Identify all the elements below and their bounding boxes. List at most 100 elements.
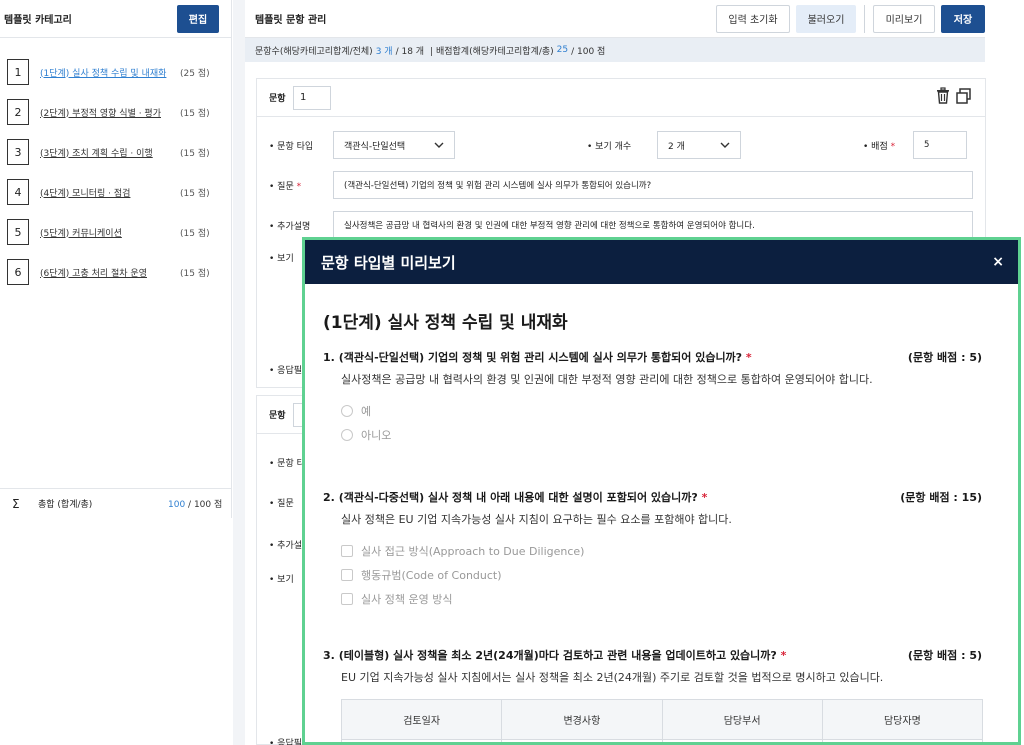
copy-icon[interactable] bbox=[955, 87, 973, 105]
category-label[interactable]: (3단계) 조치 계획 수립 · 이행 bbox=[40, 146, 180, 159]
total-rest: / 100 점 bbox=[185, 500, 223, 510]
question-text-row: • 질문 * (객관식-단일선택) 기업의 정책 및 위험 관리 시스템에 실사… bbox=[269, 171, 973, 199]
radio-icon[interactable] bbox=[341, 405, 353, 417]
category-score: (15 점) bbox=[180, 188, 210, 199]
checkbox-option[interactable]: 실사 접근 방식(Approach to Due Diligence) bbox=[341, 539, 982, 563]
category-number: 6 bbox=[7, 259, 29, 285]
trash-icon[interactable] bbox=[935, 87, 951, 105]
question-score: (문항 배점 : 5) bbox=[907, 649, 982, 662]
edit-button[interactable]: 편집 bbox=[177, 4, 219, 33]
category-score: (15 점) bbox=[180, 108, 210, 119]
count-label: 문항수(해당카테고리합계/전체) bbox=[255, 46, 373, 57]
table-header: 검토일자 bbox=[340, 699, 503, 740]
category-label[interactable]: (5단계) 커뮤니케이션 bbox=[40, 226, 180, 239]
total-label: 총합 (합계/총) bbox=[38, 500, 93, 510]
section-title: (1단계) 실사 정책 수립 및 내재화 bbox=[323, 313, 568, 333]
summary-bar: 문항수(해당카테고리합계/전체) 3 개 / 18 개 | 배점합계(해당카테고… bbox=[245, 38, 985, 62]
total-score: 100 / 100 점 bbox=[168, 497, 222, 510]
question-number-label: 문항 bbox=[269, 411, 286, 421]
question-text-label: • 질문 * bbox=[269, 181, 302, 192]
category-item-4[interactable]: 4 (4단계) 모니터링 · 점검 (15 점) bbox=[0, 172, 231, 212]
score-input[interactable]: 5 bbox=[913, 131, 967, 159]
close-icon[interactable]: × bbox=[992, 254, 1004, 270]
question-number-input[interactable]: 1 bbox=[293, 85, 331, 110]
category-total-row: Σ 총합 (합계/총) 100 / 100 점 bbox=[0, 488, 231, 518]
question-text: 3. (테이블형) 실사 정책을 최소 2년(24개월)마다 검토하고 관련 내… bbox=[323, 649, 787, 662]
question-description: 실사정책은 공급망 내 협력사의 환경 및 인권에 대한 부정적 영향 관리에 … bbox=[341, 373, 873, 386]
chevron-down-icon bbox=[720, 142, 730, 148]
option-count-row: • 보기 개수 2 개 bbox=[587, 131, 741, 159]
page-title: 템플릿 문항 관리 bbox=[255, 15, 327, 26]
category-list: 1 (1단계) 실사 정책 수립 및 내재화 (25 점) 2 (2단계) 부정… bbox=[0, 38, 231, 292]
radio-icon[interactable] bbox=[341, 429, 353, 441]
category-score: (15 점) bbox=[180, 228, 210, 239]
table-header: 담당자명 bbox=[821, 699, 984, 740]
question-card-actions bbox=[935, 87, 973, 105]
question-text-input[interactable]: (객관식-단일선택) 기업의 정책 및 위험 관리 시스템에 실사 의무가 통합… bbox=[333, 171, 973, 199]
category-item-1[interactable]: 1 (1단계) 실사 정책 수립 및 내재화 (25 점) bbox=[0, 52, 231, 92]
checkbox-icon[interactable] bbox=[341, 593, 353, 605]
category-number: 5 bbox=[7, 219, 29, 245]
category-label[interactable]: (4단계) 모니터링 · 점검 bbox=[40, 186, 180, 199]
category-item-3[interactable]: 3 (3단계) 조치 계획 수립 · 이행 (15 점) bbox=[0, 132, 231, 172]
extra-desc-input[interactable]: 실사정책은 공급망 내 협력사의 환경 및 인권에 대한 부정적 영향 관리에 … bbox=[333, 211, 973, 239]
question-score: (문항 배점 : 15) bbox=[900, 491, 982, 504]
score-current: 25 bbox=[556, 45, 569, 55]
preview-modal: 문항 타입별 미리보기 × (1단계) 실사 정책 수립 및 내재화 1. (객… bbox=[302, 237, 1021, 745]
checkbox-option[interactable]: 행동규범(Code of Conduct) bbox=[341, 563, 982, 587]
question-type-select[interactable]: 객관식-단일선택 bbox=[333, 131, 455, 159]
score-rest: / 100 점 bbox=[571, 46, 606, 57]
panel-gap bbox=[233, 0, 245, 745]
category-number: 4 bbox=[7, 179, 29, 205]
score-label: | 배점합계(해당카테고리합계/총) bbox=[430, 46, 554, 57]
category-label[interactable]: (6단계) 고충 처리 절차 운영 bbox=[40, 266, 180, 279]
category-label[interactable]: (2단계) 부정적 영향 식별 · 평가 bbox=[40, 106, 180, 119]
question-description: EU 기업 지속가능성 실사 지침에서는 실사 정책을 최소 2년(24개월) … bbox=[341, 671, 884, 684]
preview-question-3: 3. (테이블형) 실사 정책을 최소 2년(24개월)마다 검토하고 관련 내… bbox=[323, 647, 984, 742]
category-number: 1 bbox=[7, 59, 29, 85]
table-header: 담당부서 bbox=[661, 699, 823, 740]
category-label[interactable]: (1단계) 실사 정책 수립 및 내재화 bbox=[40, 66, 180, 79]
question-type-row: • 문항 타입 객관식-단일선택 bbox=[269, 131, 455, 159]
total-current: 100 bbox=[168, 500, 186, 510]
preview-table: 검토일자 변경사항 담당부서 담당자명 bbox=[340, 699, 984, 742]
category-panel-header: 템플릿 카테고리 편집 bbox=[0, 0, 231, 38]
count-rest: / 18 개 bbox=[395, 46, 425, 57]
category-panel: 템플릿 카테고리 편집 1 (1단계) 실사 정책 수립 및 내재화 (25 점… bbox=[0, 0, 232, 518]
radio-option[interactable]: 아니오 bbox=[341, 423, 982, 447]
radio-option[interactable]: 예 bbox=[341, 399, 982, 423]
question-description: 실사 정책은 EU 기업 지속가능성 실사 지침이 요구하는 필수 요소를 포함… bbox=[341, 513, 732, 526]
question-type-value: 객관식-단일선택 bbox=[344, 141, 406, 152]
question-line: 2. (객관식-다중선택) 실사 정책 내 아래 내용에 대한 설명이 포함되어… bbox=[323, 489, 982, 505]
category-score: (15 점) bbox=[180, 268, 210, 279]
preview-button[interactable]: 미리보기 bbox=[873, 4, 935, 33]
question-text: 1. (객관식-단일선택) 기업의 정책 및 위험 관리 시스템에 실사 의무가… bbox=[323, 351, 752, 364]
category-item-5[interactable]: 5 (5단계) 커뮤니케이션 (15 점) bbox=[0, 212, 231, 252]
checkbox-option[interactable]: 실사 정책 운영 방식 bbox=[341, 587, 982, 611]
category-number: 2 bbox=[7, 99, 29, 125]
checkbox-icon[interactable] bbox=[341, 569, 353, 581]
table-cell[interactable] bbox=[661, 739, 823, 742]
question-line: 1. (객관식-단일선택) 기업의 정책 및 위험 관리 시스템에 실사 의무가… bbox=[323, 349, 982, 365]
extra-desc-row: • 추가설명 실사정책은 공급망 내 협력사의 환경 및 인권에 대한 부정적 … bbox=[269, 211, 973, 239]
category-item-6[interactable]: 6 (6단계) 고충 처리 절차 운영 (15 점) bbox=[0, 252, 231, 292]
category-item-2[interactable]: 2 (2단계) 부정적 영향 식별 · 평가 (15 점) bbox=[0, 92, 231, 132]
category-score: (15 점) bbox=[180, 148, 210, 159]
load-button[interactable]: 불러오기 bbox=[796, 4, 856, 33]
modal-body: (1단계) 실사 정책 수립 및 내재화 1. (객관식-단일선택) 기업의 정… bbox=[305, 308, 1018, 742]
reset-input-button[interactable]: 입력 초기화 bbox=[716, 4, 790, 33]
category-panel-title: 템플릿 카테고리 bbox=[4, 15, 72, 26]
save-button[interactable]: 저장 bbox=[941, 4, 985, 33]
question-number-label: 문항 bbox=[269, 94, 286, 104]
category-number: 3 bbox=[7, 139, 29, 165]
table-cell[interactable] bbox=[821, 739, 984, 742]
option-count-select[interactable]: 2 개 bbox=[657, 131, 741, 159]
table-cell[interactable] bbox=[340, 739, 503, 742]
score-row: • 배점 * 5 bbox=[863, 131, 967, 159]
checkbox-icon[interactable] bbox=[341, 545, 353, 557]
table-header: 변경사항 bbox=[501, 699, 663, 740]
option-count-label: • 보기 개수 bbox=[587, 141, 632, 152]
radio-options: 예 아니오 bbox=[323, 399, 982, 447]
table-cell[interactable] bbox=[501, 739, 663, 742]
chevron-down-icon bbox=[434, 142, 444, 148]
